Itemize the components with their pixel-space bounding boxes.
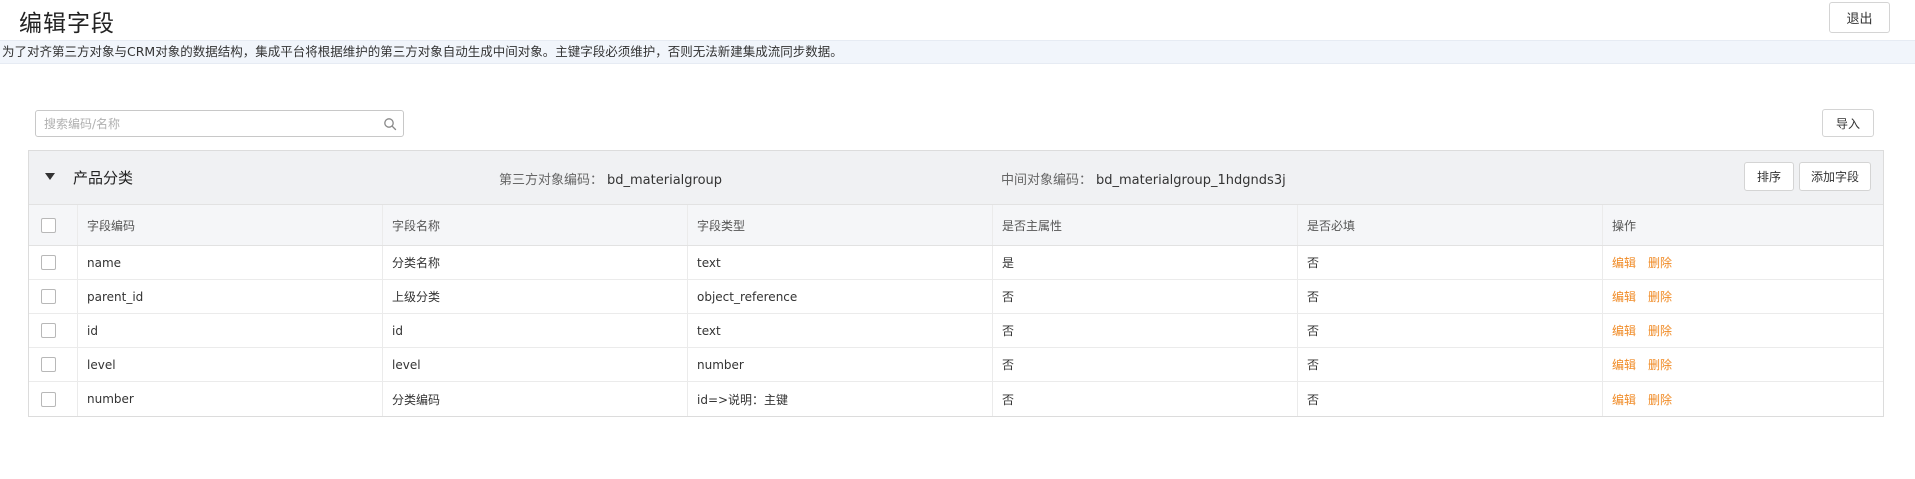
field-name: 分类名称 bbox=[382, 246, 687, 279]
column-header: 字段类型 bbox=[687, 205, 992, 245]
select-all-checkbox[interactable] bbox=[41, 217, 56, 233]
group-name: 产品分类 bbox=[73, 169, 134, 187]
third-party-code-label: 第三方对象编码： bbox=[499, 173, 604, 188]
add-field-button[interactable]: 添加字段 bbox=[1799, 162, 1871, 191]
delete-link[interactable]: 删除 bbox=[1648, 356, 1672, 373]
header-checkbox-cell bbox=[29, 205, 77, 245]
delete-link[interactable]: 删除 bbox=[1648, 322, 1672, 339]
edit-link[interactable]: 编辑 bbox=[1612, 322, 1636, 339]
edit-link[interactable]: 编辑 bbox=[1612, 254, 1636, 271]
column-header: 字段名称 bbox=[382, 205, 687, 245]
row-actions: 编辑 删除 bbox=[1602, 314, 1883, 347]
field-code: name bbox=[77, 246, 382, 279]
row-checkbox-cell bbox=[29, 382, 77, 416]
is-main-attribute: 否 bbox=[992, 348, 1297, 381]
field-type: object_reference bbox=[687, 280, 992, 313]
is-required: 否 bbox=[1297, 314, 1602, 347]
row-actions: 编辑 删除 bbox=[1602, 246, 1883, 279]
field-code: number bbox=[77, 382, 382, 416]
is-required: 否 bbox=[1297, 348, 1602, 381]
third-party-code-value: bd_materialgroup bbox=[607, 173, 723, 188]
collapse-caret-icon[interactable] bbox=[45, 173, 55, 180]
row-checkbox-cell bbox=[29, 314, 77, 347]
is-main-attribute: 是 bbox=[992, 246, 1297, 279]
is-required: 否 bbox=[1297, 246, 1602, 279]
field-name: level bbox=[382, 348, 687, 381]
delete-link[interactable]: 删除 bbox=[1648, 254, 1672, 271]
row-checkbox[interactable] bbox=[41, 357, 56, 372]
is-main-attribute: 否 bbox=[992, 280, 1297, 313]
search-input[interactable] bbox=[44, 115, 374, 133]
row-checkbox[interactable] bbox=[41, 323, 56, 338]
intermediate-object-code: 中间对象编码： bd_materialgroup_1hdgnds3j bbox=[1001, 169, 1286, 188]
sort-button[interactable]: 排序 bbox=[1744, 162, 1794, 191]
is-required: 否 bbox=[1297, 280, 1602, 313]
edit-link[interactable]: 编辑 bbox=[1612, 288, 1636, 305]
notice-banner: 为了对齐第三方对象与CRM对象的数据结构，集成平台将根据维护的第三方对象自动生成… bbox=[0, 40, 1915, 64]
column-header: 是否必填 bbox=[1297, 205, 1602, 245]
table-row: level level number 否 否 编辑 删除 bbox=[29, 348, 1883, 382]
delete-link[interactable]: 删除 bbox=[1648, 391, 1672, 408]
field-code: level bbox=[77, 348, 382, 381]
column-header: 字段编码 bbox=[77, 205, 382, 245]
field-type: text bbox=[687, 314, 992, 347]
group-header: 产品分类 第三方对象编码： bd_materialgroup 中间对象编码： bd_… bbox=[29, 151, 1883, 205]
column-header: 是否主属性 bbox=[992, 205, 1297, 245]
field-code: parent_id bbox=[77, 280, 382, 313]
column-header: 操作 bbox=[1602, 205, 1883, 245]
search-box bbox=[35, 110, 404, 137]
field-type: text bbox=[687, 246, 992, 279]
table-header-row: 字段编码 字段名称 字段类型 是否主属性 是否必填 操作 bbox=[29, 205, 1883, 246]
fields-table: 字段编码 字段名称 字段类型 是否主属性 是否必填 操作 name 分类名称 t… bbox=[29, 205, 1883, 416]
field-type: number bbox=[687, 348, 992, 381]
is-main-attribute: 否 bbox=[992, 382, 1297, 416]
intermediate-code-label: 中间对象编码： bbox=[1001, 173, 1093, 188]
search-icon[interactable] bbox=[383, 117, 397, 131]
import-button[interactable]: 导入 bbox=[1822, 109, 1874, 137]
field-name: 分类编码 bbox=[382, 382, 687, 416]
row-actions: 编辑 删除 bbox=[1602, 348, 1883, 381]
row-checkbox[interactable] bbox=[41, 391, 56, 407]
table-row: parent_id 上级分类 object_reference 否 否 编辑 删除 bbox=[29, 280, 1883, 314]
field-type: id=>说明：主键 bbox=[687, 382, 992, 416]
delete-link[interactable]: 删除 bbox=[1648, 288, 1672, 305]
table-row: number 分类编码 id=>说明：主键 否 否 编辑 删除 bbox=[29, 382, 1883, 416]
third-party-object-code: 第三方对象编码： bd_materialgroup bbox=[499, 169, 722, 188]
page-title: 编辑字段 bbox=[19, 11, 115, 37]
page-header: 编辑字段 退出 bbox=[0, 0, 1915, 40]
row-checkbox-cell bbox=[29, 348, 77, 381]
row-actions: 编辑 删除 bbox=[1602, 382, 1883, 416]
row-checkbox[interactable] bbox=[41, 255, 56, 270]
field-name: 上级分类 bbox=[382, 280, 687, 313]
row-checkbox[interactable] bbox=[41, 289, 56, 304]
is-required: 否 bbox=[1297, 382, 1602, 416]
intermediate-code-value: bd_materialgroup_1hdgnds3j bbox=[1096, 173, 1286, 188]
table-row: id id text 否 否 编辑 删除 bbox=[29, 314, 1883, 348]
row-checkbox-cell bbox=[29, 246, 77, 279]
is-main-attribute: 否 bbox=[992, 314, 1297, 347]
field-group: 产品分类 第三方对象编码： bd_materialgroup 中间对象编码： bd_… bbox=[28, 150, 1884, 417]
table-row: name 分类名称 text 是 否 编辑 删除 bbox=[29, 246, 1883, 280]
row-actions: 编辑 删除 bbox=[1602, 280, 1883, 313]
row-checkbox-cell bbox=[29, 280, 77, 313]
field-code: id bbox=[77, 314, 382, 347]
edit-link[interactable]: 编辑 bbox=[1612, 391, 1636, 408]
exit-button[interactable]: 退出 bbox=[1829, 2, 1890, 33]
field-name: id bbox=[382, 314, 687, 347]
edit-link[interactable]: 编辑 bbox=[1612, 356, 1636, 373]
